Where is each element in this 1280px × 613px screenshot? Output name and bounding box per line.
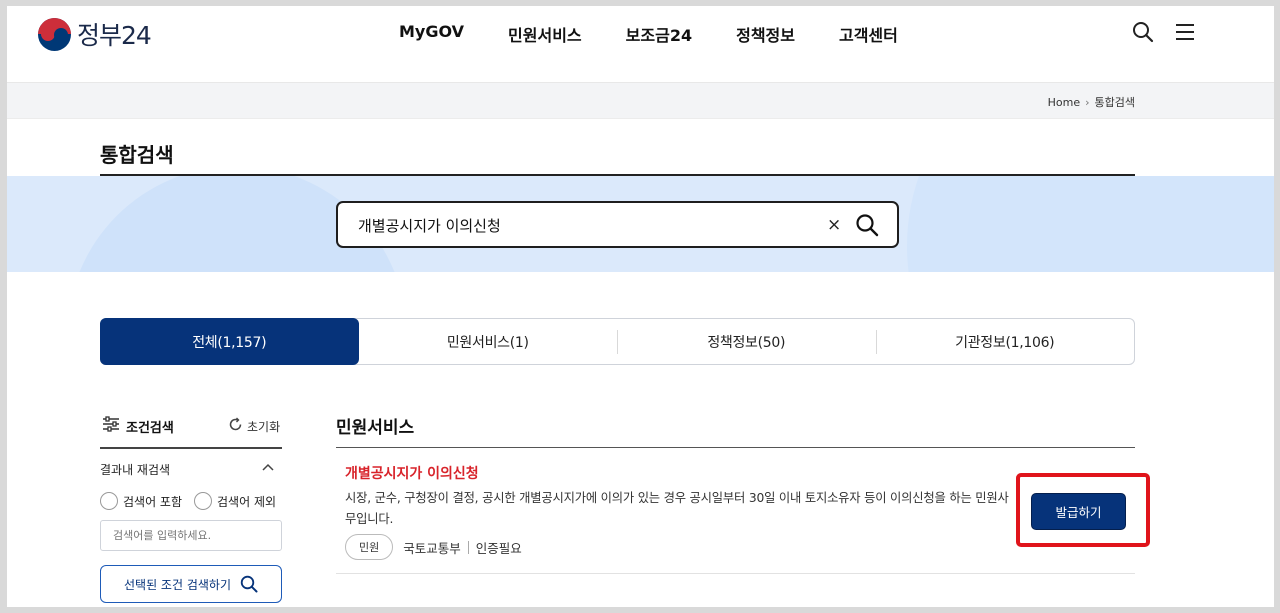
result-title-link[interactable]: 개별공시지가 이의신청 (345, 463, 479, 483)
agency-label: 국토교통부 (403, 540, 461, 556)
apply-filter-label: 선택된 조건 검색하기 (124, 577, 231, 592)
radio-exclude-circle[interactable] (194, 492, 213, 510)
nav-item-subsidy24[interactable]: 보조금24 (626, 22, 692, 46)
breadcrumb-home[interactable]: Home (1048, 96, 1080, 109)
apply-filter-button[interactable]: 선택된 조건 검색하기 (100, 565, 282, 603)
radio-exclude-label: 검색어 제외 (217, 494, 277, 509)
main-nav: MyGOV 민원서비스 보조금24 정책정보 고객센터 (399, 22, 942, 46)
refine-options: 검색어 포함 검색어 제외 (100, 492, 288, 510)
clear-icon[interactable]: × (827, 215, 841, 235)
nav-item-civil-service[interactable]: 민원서비스 (508, 22, 582, 46)
search-input[interactable] (358, 214, 798, 236)
tab-civil-service[interactable]: 민원서비스(1) (359, 319, 618, 364)
result-tabs: 전체(1,157) 민원서비스(1) 정책정보(50) 기관정보(1,106) (100, 318, 1135, 365)
result-description: 시장, 군수, 구청장이 결정, 공시한 개별공시지가에 이의가 있는 경우 공… (345, 491, 1009, 526)
nav-item-policy-info[interactable]: 정책정보 (736, 22, 795, 46)
page-frame: 정부24 MyGOV 민원서비스 보조금24 정책정보 고객센터 Home › … (7, 6, 1274, 607)
nav-item-mygov[interactable]: MyGOV (399, 22, 464, 46)
result-divider (336, 573, 1135, 574)
chevron-up-icon[interactable] (262, 461, 274, 475)
search-icon (240, 575, 258, 593)
taegeuk-logo-icon (38, 17, 71, 51)
filter-divider (100, 447, 282, 449)
filter-sliders-icon (102, 416, 120, 436)
search-icon[interactable] (855, 213, 879, 237)
meta-divider (467, 540, 469, 554)
refresh-icon (228, 417, 243, 435)
section-divider (336, 447, 1135, 448)
reset-button[interactable]: 초기화 (228, 417, 280, 435)
radio-exclude[interactable]: 검색어 제외 (194, 492, 276, 510)
refine-search-input[interactable] (100, 520, 282, 551)
radio-include-label: 검색어 포함 (123, 494, 183, 509)
filter-title: 조건검색 (126, 420, 174, 436)
chevron-right-icon: › (1085, 95, 1090, 109)
site-header: 정부24 MyGOV 민원서비스 보조금24 정책정보 고객센터 (7, 6, 1274, 82)
refine-search-header[interactable]: 결과내 재검색 (100, 461, 282, 478)
section-title: 민원서비스 (336, 418, 415, 438)
breadcrumb-bar: Home › 통합검색 (7, 82, 1274, 119)
logo-text: 정부24 (77, 21, 152, 50)
search-icon[interactable] (1132, 21, 1154, 43)
tab-policy-info[interactable]: 정책정보(50) (617, 319, 876, 364)
reset-label: 초기화 (247, 419, 281, 434)
search-box: × (336, 201, 899, 248)
menu-icon[interactable] (1174, 21, 1196, 43)
result-meta: 민원 국토교통부 인증필요 (345, 534, 522, 560)
nav-item-customer-center[interactable]: 고객센터 (839, 22, 898, 46)
tab-agency-info[interactable]: 기관정보(1,106) (875, 319, 1135, 364)
page-title: 통합검색 (100, 143, 174, 167)
category-badge: 민원 (345, 534, 394, 560)
auth-label: 인증필요 (475, 540, 522, 556)
highlight-box (1016, 473, 1150, 547)
refine-search-title: 결과내 재검색 (100, 463, 171, 477)
radio-include[interactable]: 검색어 포함 (100, 492, 182, 510)
site-logo[interactable]: 정부24 (38, 16, 152, 52)
radio-include-circle[interactable] (100, 492, 118, 510)
breadcrumb: Home › 통합검색 (1048, 94, 1135, 110)
breadcrumb-current: 통합검색 (1094, 96, 1135, 109)
tab-all[interactable]: 전체(1,157) (100, 318, 359, 365)
filter-header: 조건검색 초기화 (102, 416, 282, 436)
